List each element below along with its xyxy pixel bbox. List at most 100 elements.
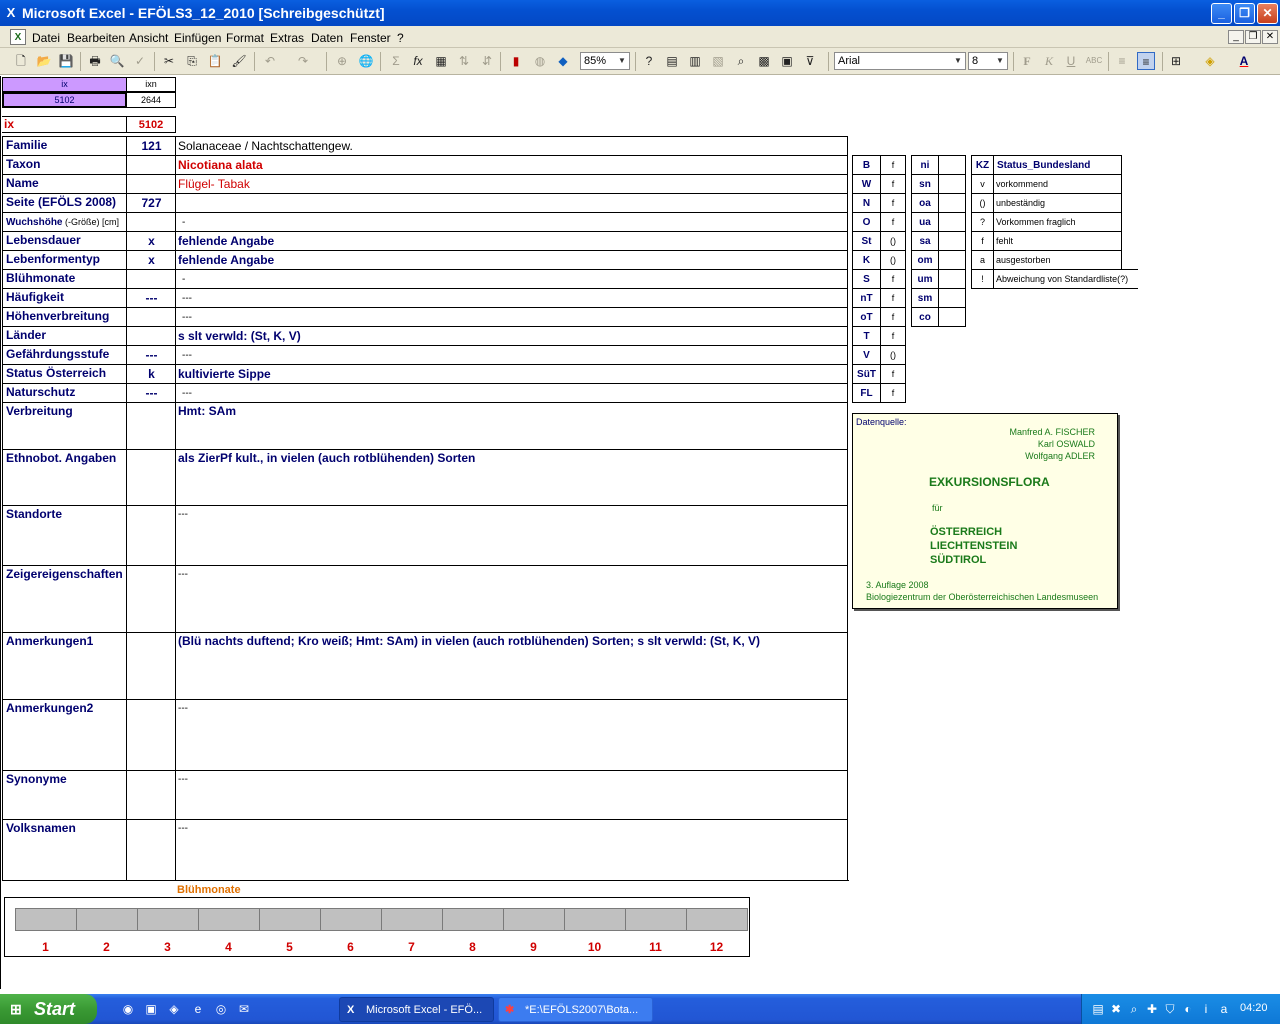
tray-icon-2[interactable]: ✖ [1108, 1001, 1124, 1017]
row-value[interactable]: --- [175, 288, 848, 307]
state-code[interactable]: V [852, 345, 881, 365]
state-value[interactable]: () [880, 250, 906, 270]
underline-icon[interactable]: U [1062, 52, 1080, 70]
close-button[interactable]: ✕ [1257, 3, 1278, 24]
row-number[interactable] [126, 155, 176, 174]
new-icon[interactable]: 🗋 [12, 52, 30, 70]
row-value[interactable]: - [175, 212, 848, 231]
region-value[interactable] [938, 174, 966, 194]
state-value[interactable]: f [880, 364, 906, 384]
legend-kz[interactable]: ? [971, 212, 994, 232]
row-value[interactable] [175, 193, 848, 212]
tray-icon-3[interactable]: ⌕ [1126, 1001, 1142, 1017]
tool-icon-5[interactable]: ▣ [778, 52, 796, 70]
region-code[interactable]: sn [911, 174, 939, 194]
row-label[interactable]: Anmerkungen2 [2, 699, 127, 770]
italic-icon[interactable]: K [1040, 52, 1058, 70]
region-code[interactable]: om [911, 250, 939, 270]
region-value[interactable] [938, 269, 966, 289]
row-label[interactable]: Wuchshöhe (-Größe) [cm] [2, 212, 127, 231]
start-button[interactable]: ⊞ Start [0, 994, 97, 1024]
doc-restore-button[interactable]: ❐ [1245, 30, 1261, 44]
row-value[interactable]: --- [175, 345, 848, 364]
hyperlink-icon[interactable]: ⊕ [333, 52, 351, 70]
state-value[interactable]: f [880, 307, 906, 327]
state-value[interactable]: () [880, 345, 906, 365]
save-icon[interactable]: 💾 [57, 52, 75, 70]
row-value[interactable]: Solanaceae / Nachtschattengew. [175, 136, 848, 155]
row-label[interactable]: Volksnamen [2, 819, 127, 880]
row-label[interactable]: Standorte [2, 505, 127, 565]
chart-wizard-icon[interactable]: ▮ [507, 52, 525, 70]
row-number[interactable]: --- [126, 383, 176, 402]
row-label[interactable]: Naturschutz [2, 383, 127, 402]
tool-icon-1[interactable]: ▤ [663, 52, 681, 70]
legend-text[interactable]: Vorkommen fraglich [993, 212, 1122, 232]
state-value[interactable]: f [880, 383, 906, 403]
legend-text[interactable]: unbeständig [993, 193, 1122, 213]
row-label[interactable]: Seite (EFÖLS 2008) [2, 193, 127, 212]
row-label[interactable]: Taxon [2, 155, 127, 174]
tray-icon-4[interactable]: ✚ [1144, 1001, 1160, 1017]
state-value[interactable]: f [880, 155, 906, 175]
region-code[interactable]: um [911, 269, 939, 289]
row-value[interactable]: fehlende Angabe [175, 231, 848, 250]
legend-kz[interactable]: v [971, 174, 994, 194]
region-value[interactable] [938, 193, 966, 213]
legend-kz[interactable]: ! [971, 269, 994, 289]
row-value[interactable]: - [175, 269, 848, 288]
row-value[interactable]: fehlende Angabe [175, 250, 848, 269]
row-value[interactable]: Nicotiana alata [175, 155, 848, 174]
menu-format[interactable]: Format [226, 31, 264, 45]
row-value[interactable]: als ZierPf kult., in vielen (auch rotblü… [175, 449, 848, 505]
document-icon[interactable]: X [10, 29, 26, 45]
row-label[interactable]: Lebensdauer [2, 231, 127, 250]
row-label[interactable]: Blühmonate [2, 269, 127, 288]
row-number[interactable]: 121 [126, 136, 176, 155]
ix-header[interactable]: ix [2, 77, 127, 92]
row-value[interactable]: --- [175, 565, 848, 632]
menu-einfuegen[interactable]: Einfügen [174, 31, 221, 45]
print-icon[interactable]: 🖶 [86, 52, 104, 70]
open-icon[interactable]: 📂 [35, 52, 53, 70]
row-number[interactable] [126, 819, 176, 880]
state-code[interactable]: W [852, 174, 881, 194]
legend-text[interactable]: Abweichung von Standardliste(?) [993, 269, 1138, 289]
sort-desc-icon[interactable]: ⇵ [478, 52, 496, 70]
find-icon[interactable]: ⌕ [732, 52, 750, 70]
row-number[interactable] [126, 505, 176, 565]
drawing-icon[interactable]: ◆ [554, 52, 572, 70]
row-number[interactable] [126, 174, 176, 193]
sort-asc-icon[interactable]: ⇅ [455, 52, 473, 70]
state-code[interactable]: N [852, 193, 881, 213]
ix-value-cell[interactable]: 5102 [2, 92, 127, 108]
menu-extras[interactable]: Extras [270, 31, 304, 45]
row-number[interactable] [126, 307, 176, 326]
row-number[interactable] [126, 212, 176, 231]
row-number[interactable]: 727 [126, 193, 176, 212]
row-value[interactable]: (Blü nachts duftend; Kro weiß; Hmt: SAm)… [175, 632, 848, 699]
region-code[interactable]: sa [911, 231, 939, 251]
row-label[interactable]: Verbreitung [2, 402, 127, 449]
ixn-value-cell[interactable]: 2644 [126, 92, 176, 108]
row-label[interactable]: Familie [2, 136, 127, 155]
copy-icon[interactable]: ⎘ [183, 52, 201, 70]
info-icon[interactable]: i [1198, 1001, 1214, 1017]
state-code[interactable]: FL [852, 383, 881, 403]
tool-icon-2[interactable]: ▥ [686, 52, 704, 70]
state-value[interactable]: f [880, 269, 906, 289]
state-code[interactable]: SüT [852, 364, 881, 384]
region-code[interactable]: ua [911, 212, 939, 232]
function-icon[interactable]: fx [409, 52, 427, 70]
region-code[interactable]: ni [911, 155, 939, 175]
state-code[interactable]: T [852, 326, 881, 346]
row-number[interactable] [126, 770, 176, 819]
row-label[interactable]: Anmerkungen1 [2, 632, 127, 699]
state-code[interactable]: nT [852, 288, 881, 308]
row-label[interactable]: Lebenformentyp [2, 250, 127, 269]
filter-icon[interactable]: ⊽ [801, 52, 819, 70]
task-excel[interactable]: X Microsoft Excel - EFÖ... [339, 997, 494, 1022]
redo-icon[interactable]: ↷ [294, 52, 312, 70]
menu-ansicht[interactable]: Ansicht [129, 31, 168, 45]
quicklaunch-icon-1[interactable]: ◉ [120, 1001, 136, 1017]
